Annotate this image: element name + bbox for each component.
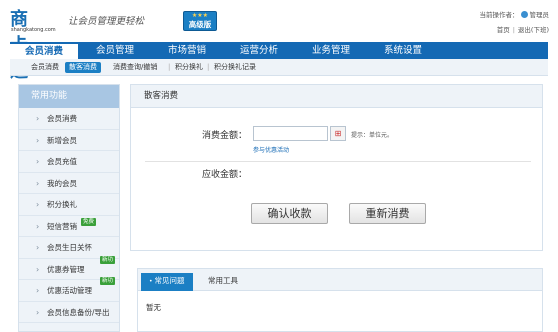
sidebar-item-member-consumption[interactable]: › 会员消费 — [19, 108, 119, 130]
chevron-right-icon: › — [36, 114, 40, 123]
star-icon: ★★★ — [191, 12, 209, 19]
app-header: 商卡通 shangkatong.com 让会员管理更轻松 ★★★ 高级版 当前操… — [0, 0, 558, 82]
sidebar-item-label: 会员充值 — [47, 157, 77, 166]
chevron-right-icon: › — [36, 307, 40, 317]
operator-name: 管理员 — [529, 11, 550, 19]
sidebar-title: 常用功能 — [19, 85, 119, 108]
subnav-points-exchange-records[interactable]: 积分换礼记录 — [214, 62, 256, 73]
amount-input[interactable] — [253, 126, 328, 141]
sidebar-item-label: 会员生日关怀 — [47, 243, 92, 252]
nav-business-management[interactable]: 业务管理 — [296, 42, 366, 59]
nav-member-management[interactable]: 会员管理 — [80, 42, 150, 59]
amount-label: 消费金额： — [202, 131, 248, 141]
sidebar-item-member-recharge[interactable]: › 会员充值 — [19, 151, 119, 173]
tab-common-tools[interactable]: 常用工具 — [200, 273, 246, 291]
link-separator: | — [512, 26, 515, 34]
tab-label: 常见问题 — [154, 276, 185, 285]
sidebar-item-label: 积分换礼 — [47, 200, 77, 209]
divider — [145, 161, 531, 162]
top-links: 首页 | 退出(下班) — [497, 24, 549, 34]
home-link[interactable]: 首页 — [497, 26, 510, 34]
sidebar: 常用功能 › 会员消费 › 新增会员 › 会员充值 › 我的会员 › 积分换礼 › 短信营销… — [18, 84, 120, 332]
receivable-label: 应收金额： — [202, 170, 248, 180]
sidebar-item-label: 优惠活动管理 — [47, 286, 92, 295]
new-feature-badge: 新功 — [100, 255, 116, 264]
chevron-right-icon: › — [36, 200, 40, 209]
subnav-member-consumption[interactable]: 会员消费 — [31, 62, 59, 73]
chevron-right-icon: › — [36, 264, 40, 274]
help-tabs-panel: • 常见问题 常用工具 暂无 — [137, 268, 543, 332]
edition-label: 高级版 — [188, 20, 212, 29]
sidebar-item-label: 会员信息备份/导出 — [47, 307, 110, 317]
nav-system-settings[interactable]: 系统设置 — [368, 42, 438, 59]
free-badge: 免费 — [81, 217, 97, 226]
sidebar-item-points-exchange[interactable]: › 积分换礼 — [19, 194, 119, 216]
chevron-right-icon: › — [36, 178, 40, 188]
join-promotion-link[interactable]: 参与优惠活动 — [253, 145, 289, 154]
operator-prefix: 当前操作者： — [479, 11, 519, 19]
subnav-points-exchange[interactable]: 积分换礼 — [175, 62, 203, 73]
user-icon — [520, 11, 528, 18]
nav-marketing[interactable]: 市场营销 — [152, 42, 222, 59]
sidebar-item-promotion-management[interactable]: › 优惠活动管理 新功 — [19, 277, 119, 302]
chevron-right-icon: › — [36, 286, 40, 295]
subnav-consumption-query[interactable]: 消费查询/撤销 — [113, 62, 157, 73]
tab-faq[interactable]: • 常见问题 — [141, 273, 193, 291]
subnav-separator: | — [207, 63, 210, 71]
sidebar-item-label: 优惠券管理 — [47, 264, 85, 274]
walkin-consumption-panel: 散客消费 消费金额： ⊞ 提示：单位元。 参与优惠活动 应收金额： 确认收款 重… — [130, 84, 543, 251]
edition-badge: ★★★ 高级版 — [183, 11, 217, 31]
logout-link[interactable]: 退出(下班) — [518, 26, 549, 34]
unit-hint: 提示：单位元。 — [351, 132, 394, 139]
main-nav: 会员消费 会员管理 市场营销 运营分析 业务管理 系统设置 — [10, 42, 548, 59]
confirm-payment-button[interactable]: 确认收款 — [251, 203, 328, 224]
chevron-right-icon: › — [36, 135, 40, 145]
new-feature-badge: 新功 — [100, 277, 116, 285]
tabs-bar: • 常见问题 常用工具 — [138, 269, 542, 291]
logo-url: shangkatong.com — [11, 27, 56, 33]
sub-nav: 会员消费 散客消费 消费查询/撤销 | 积分换礼 | 积分换礼记录 — [10, 59, 548, 76]
sidebar-item-sms-marketing[interactable]: › 短信营销 免费 — [19, 216, 119, 237]
current-operator: 当前操作者： 管理员 — [479, 9, 550, 19]
subnav-separator: | — [168, 63, 171, 71]
restart-consumption-button[interactable]: 重新消费 — [349, 203, 426, 224]
bullet-icon: • — [149, 278, 153, 285]
calculator-icon[interactable]: ⊞ — [330, 126, 346, 141]
nav-member-consumption[interactable]: 会员消费 — [10, 42, 78, 59]
sidebar-item-label: 短信营销 — [47, 221, 77, 231]
sidebar-item-backup-export[interactable]: › 会员信息备份/导出 — [19, 302, 119, 323]
subnav-walkin-consumption[interactable]: 散客消费 — [65, 62, 101, 73]
sidebar-item-label: 新增会员 — [47, 135, 77, 145]
tab-label: 常用工具 — [208, 276, 238, 285]
sidebar-item-label: 我的会员 — [47, 178, 77, 188]
chevron-right-icon: › — [36, 157, 40, 166]
chevron-right-icon: › — [36, 221, 40, 231]
brand-slogan: 让会员管理更轻松 — [68, 16, 145, 27]
nav-operations-analysis[interactable]: 运营分析 — [224, 42, 294, 59]
sidebar-item-label: 会员消费 — [47, 114, 77, 123]
empty-state-text: 暂无 — [146, 303, 161, 312]
sidebar-item-my-members[interactable]: › 我的会员 — [19, 173, 119, 194]
sidebar-item-new-member[interactable]: › 新增会员 — [19, 130, 119, 151]
chevron-right-icon: › — [36, 243, 40, 252]
panel-title: 散客消费 — [131, 85, 542, 108]
